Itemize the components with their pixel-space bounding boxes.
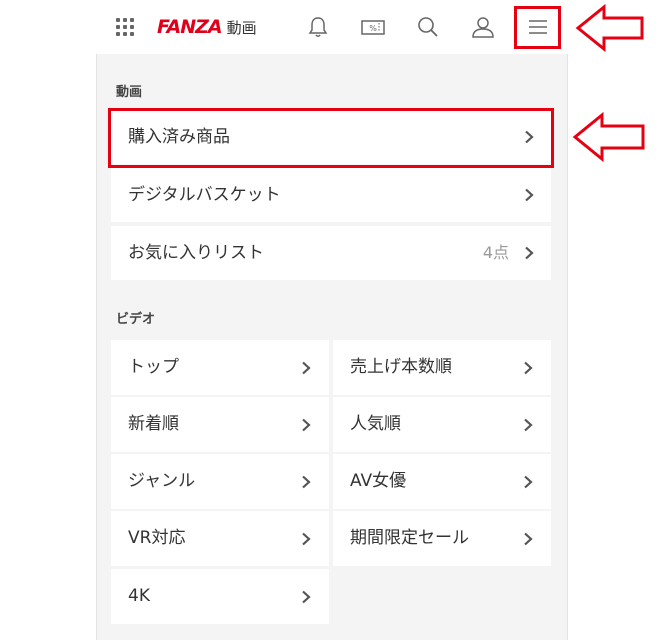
video-item-popular[interactable]: 人気順 (333, 397, 551, 452)
svg-text:%: % (369, 24, 377, 33)
chevron-right-icon (525, 246, 534, 260)
favorites-count: 4点 (482, 243, 509, 262)
section-title-video: ビデオ (116, 312, 156, 327)
menu-item-label: 期間限定セール (350, 528, 469, 548)
menu-item-label: 4K (128, 586, 150, 606)
arrow-left-icon (572, 111, 645, 163)
chevron-right-icon (302, 532, 311, 546)
video-item-actress[interactable]: AV女優 (333, 454, 551, 509)
menu-item-label: 売上げ本数順 (350, 357, 452, 377)
menu-item-label: AV女優 (350, 471, 407, 491)
chevron-right-icon (302, 590, 311, 604)
chevron-right-icon (302, 361, 311, 375)
coupon-icon[interactable]: % (360, 14, 386, 40)
menu-item-label: お気に入りリスト (128, 243, 264, 263)
menu-item-label: デジタルバスケット (128, 185, 281, 205)
chevron-right-icon (524, 532, 533, 546)
chevron-right-icon (524, 475, 533, 489)
highlight-box-menu (514, 6, 561, 49)
chevron-right-icon (302, 418, 311, 432)
search-icon[interactable] (415, 14, 441, 40)
chevron-right-icon (525, 188, 534, 202)
bell-icon[interactable] (305, 14, 331, 40)
grid-menu-icon[interactable] (116, 18, 134, 36)
video-item-limited-sale[interactable]: 期間限定セール (333, 511, 551, 566)
menu-item-digital-basket[interactable]: デジタルバスケット (111, 168, 551, 222)
video-item-top[interactable]: トップ (111, 340, 329, 395)
video-item-genre[interactable]: ジャンル (111, 454, 329, 509)
chevron-right-icon (524, 418, 533, 432)
site-logo[interactable]: FANZA 動画 (157, 15, 257, 39)
video-item-vr[interactable]: VR対応 (111, 511, 329, 566)
menu-item-label: 新着順 (128, 414, 179, 434)
menu-item-label: ジャンル (128, 471, 196, 491)
highlight-box-purchased (108, 108, 554, 168)
chevron-right-icon (302, 475, 311, 489)
service-name: 動画 (226, 18, 257, 37)
menu-item-label: 人気順 (350, 414, 401, 434)
brand-name: FANZA (157, 16, 223, 38)
video-item-sales-rank[interactable]: 売上げ本数順 (333, 340, 551, 395)
video-item-newest[interactable]: 新着順 (111, 397, 329, 452)
arrow-left-icon (575, 3, 644, 53)
user-icon[interactable] (470, 14, 496, 40)
menu-item-favorites[interactable]: お気に入りリスト 4点 (111, 226, 551, 280)
section-title-douga: 動画 (116, 85, 143, 100)
menu-item-label: トップ (128, 357, 179, 377)
menu-item-label: VR対応 (128, 528, 186, 548)
video-item-4k[interactable]: 4K (111, 569, 329, 624)
chevron-right-icon (524, 361, 533, 375)
